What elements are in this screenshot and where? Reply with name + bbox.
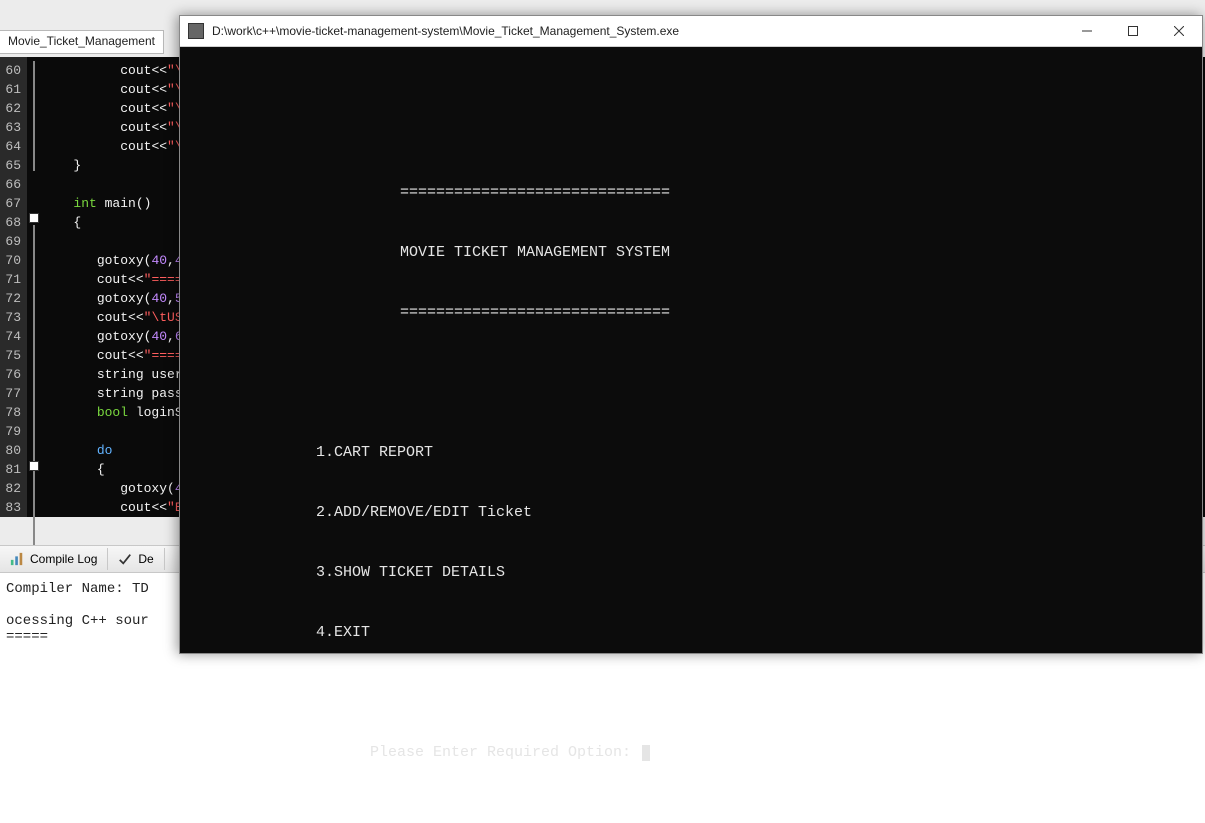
minimize-icon (1082, 26, 1092, 36)
compile-log-label: Compile Log (30, 552, 97, 566)
gutter: 6061626364656667686970717273747576777879… (0, 57, 27, 517)
line-number: 70 (4, 251, 21, 270)
line-number: 64 (4, 137, 21, 156)
line-number: 80 (4, 441, 21, 460)
menu-title: MOVIE TICKET MANAGEMENT SYSTEM (400, 243, 1202, 263)
line-number: 62 (4, 99, 21, 118)
line-number: 73 (4, 308, 21, 327)
line-number: 75 (4, 346, 21, 365)
minimize-button[interactable] (1064, 16, 1110, 47)
maximize-button[interactable] (1110, 16, 1156, 47)
line-number: 60 (4, 61, 21, 80)
line-number: 81 (4, 460, 21, 479)
compile-log-tab[interactable]: Compile Log (0, 548, 108, 570)
line-number: 83 (4, 498, 21, 517)
line-number: 65 (4, 156, 21, 175)
menu-rule-top: ============================== (400, 183, 1202, 203)
line-number: 61 (4, 80, 21, 99)
maximize-icon (1128, 26, 1138, 36)
menu-option-4: 4.EXIT (316, 623, 1202, 643)
line-number: 71 (4, 270, 21, 289)
line-number: 77 (4, 384, 21, 403)
debug-tab[interactable]: De (108, 548, 164, 570)
menu-prompt: Please Enter Required Option: (370, 744, 640, 761)
menu-rule-bottom: ============================== (400, 303, 1202, 323)
line-number: 74 (4, 327, 21, 346)
fold-strip (27, 57, 42, 517)
line-number: 67 (4, 194, 21, 213)
debug-label: De (138, 552, 153, 566)
app-icon (188, 23, 204, 39)
console-title: D:\work\c++\movie-ticket-management-syst… (212, 24, 679, 38)
file-tab[interactable]: Movie_Ticket_Management (0, 30, 164, 54)
line-number: 82 (4, 479, 21, 498)
console-titlebar[interactable]: D:\work\c++\movie-ticket-management-syst… (180, 16, 1202, 47)
line-number: 79 (4, 422, 21, 441)
line-number: 63 (4, 118, 21, 137)
bar-chart-icon (10, 552, 24, 566)
cursor (642, 745, 650, 761)
menu-option-1: 1.CART REPORT (316, 443, 1202, 463)
check-icon (118, 552, 132, 566)
line-number: 66 (4, 175, 21, 194)
line-number: 78 (4, 403, 21, 422)
console-body[interactable]: ============================== MOVIE TIC… (180, 47, 1202, 823)
menu-option-2: 2.ADD/REMOVE/EDIT Ticket (316, 503, 1202, 523)
line-number: 72 (4, 289, 21, 308)
close-button[interactable] (1156, 16, 1202, 47)
line-number: 76 (4, 365, 21, 384)
close-icon (1174, 26, 1184, 36)
line-number: 68 (4, 213, 21, 232)
line-number: 69 (4, 232, 21, 251)
menu-option-3: 3.SHOW TICKET DETAILS (316, 563, 1202, 583)
console-window: D:\work\c++\movie-ticket-management-syst… (179, 15, 1203, 654)
